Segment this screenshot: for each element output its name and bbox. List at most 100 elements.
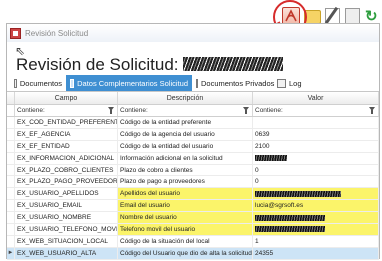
cell-descripcion[interactable]: Email del usuario <box>118 200 253 212</box>
tab-label: Documentos <box>19 78 62 88</box>
cell-descripcion[interactable]: Código del Usuario que dio de alta la so… <box>118 247 253 259</box>
cell-descripcion[interactable]: Código de la entidad del usuario <box>118 140 253 152</box>
private-documents-icon <box>196 78 198 88</box>
redacted-value <box>255 190 341 197</box>
filter-campo[interactable]: Contiene: <box>15 105 118 116</box>
table-row[interactable]: EX_EF_AGENCIA Código de la agencia del us… <box>7 128 379 141</box>
cell-campo[interactable]: EX_WEB_SITUACION_LOCAL <box>15 235 118 247</box>
cell-valor[interactable] <box>253 188 379 200</box>
filter-icon[interactable] <box>369 107 375 114</box>
cell-campo[interactable]: EX_USUARIO_EMAIL <box>15 200 118 212</box>
cell-valor[interactable] <box>253 224 379 235</box>
table-row[interactable]: EX_EF_ENTIDAD Código de la entidad del us… <box>7 140 379 153</box>
cell-descripcion[interactable]: Plazo de pago a proveedores <box>118 176 253 188</box>
row-indicator <box>7 164 15 176</box>
cell-valor[interactable] <box>253 152 379 164</box>
cell-valor[interactable]: 0 <box>253 176 379 188</box>
cell-descripcion[interactable]: Telefono movil del usuario <box>118 224 253 235</box>
header-campo[interactable]: Campo <box>15 92 118 104</box>
tab-datos-complementarios[interactable]: Datos Complementarios Solicitud <box>66 75 192 91</box>
cell-campo[interactable]: EX_INFORMACION_ADICIONAL <box>15 152 118 164</box>
cell-valor[interactable]: 24355 <box>253 247 379 259</box>
tab-log[interactable]: Log <box>273 75 307 91</box>
filter-label: Contiene: <box>17 107 45 114</box>
refresh-icon[interactable]: ↻ <box>365 9 380 24</box>
app-icon <box>10 27 21 39</box>
cell-descripcion[interactable]: Nombre del usuario <box>118 212 253 224</box>
cell-campo[interactable]: EX_USUARIO_APELLIDOS <box>15 188 118 200</box>
table-row[interactable]: ► EX_WEB_USUARIO_ALTA Código del Usuario q… <box>7 247 379 260</box>
table-row[interactable]: EX_PLAZO_COBRO_CLIENTES Plazo de cobro a … <box>7 164 379 177</box>
row-indicator <box>7 152 15 164</box>
redacted-value <box>255 155 287 162</box>
redacted-value <box>255 226 325 233</box>
filter-label: Contiene: <box>120 107 148 114</box>
documents-icon <box>14 78 17 88</box>
cell-value-text: 1 <box>255 237 259 245</box>
header-descripcion[interactable]: Descripción <box>118 92 253 104</box>
cell-descripcion[interactable]: Código de la entidad preferente <box>118 117 253 128</box>
table-row[interactable]: EX_USUARIO_APELLIDOS Apellidos del usuari… <box>7 188 379 201</box>
cell-campo[interactable]: EX_USUARIO_NOMBRE <box>15 212 118 224</box>
filter-row: Contiene: Contiene: Contiene: <box>7 105 379 117</box>
table-row[interactable]: EX_INFORMACION_ADICIONAL Información adic… <box>7 152 379 165</box>
table-row[interactable]: EX_WEB_SITUACION_LOCAL Código de la situa… <box>7 235 379 248</box>
table-row[interactable]: EX_USUARIO_TELEFONO_MOVIL Telefono movil … <box>7 224 379 236</box>
tab-bar: Documentos Datos Complementarios Solicit… <box>7 74 379 92</box>
cell-campo[interactable]: EX_EF_ENTIDAD <box>15 140 118 152</box>
tab-label: Datos Complementarios Solicitud <box>77 78 188 88</box>
table-row[interactable]: EX_USUARIO_NOMBRE Nombre del usuario <box>7 212 379 225</box>
cell-value-text: 0 <box>255 166 259 174</box>
cell-descripcion[interactable]: Información adicional en la solicitud <box>118 152 253 164</box>
cell-campo[interactable]: EX_COD_ENTIDAD_PREFERENTE <box>15 117 118 128</box>
filter-icon[interactable] <box>108 107 114 114</box>
cell-valor[interactable]: lucia@sgrsoft.es <box>253 200 379 212</box>
cell-campo[interactable]: EX_EF_AGENCIA <box>15 128 118 140</box>
filter-icon[interactable] <box>243 107 249 114</box>
cell-campo[interactable]: EX_PLAZO_PAGO_PROVEEDORES <box>15 176 118 188</box>
table-row[interactable]: EX_COD_ENTIDAD_PREFERENTE Código de la en… <box>7 117 379 129</box>
cell-descripcion[interactable]: Código de la agencia del usuario <box>118 128 253 140</box>
cell-descripcion[interactable]: Apellidos del usuario <box>118 188 253 200</box>
window-title: Revisión Solicitud <box>25 28 89 38</box>
row-indicator <box>7 200 15 212</box>
row-indicator <box>7 235 15 247</box>
data-grid: Campo Descripción Valor Contiene: Contie… <box>7 92 379 260</box>
grid-header: Campo Descripción Valor <box>7 92 379 105</box>
cell-descripcion[interactable]: Plazo de cobro a clientes <box>118 164 253 176</box>
cell-value-text: 2100 <box>255 142 270 150</box>
filter-valor[interactable]: Contiene: <box>253 105 379 116</box>
cell-valor[interactable] <box>253 212 379 224</box>
page-title-text: Revisión de Solicitud: <box>16 55 179 74</box>
cell-value-text: lucia@sgrsoft.es <box>255 202 304 210</box>
cell-campo[interactable]: EX_PLAZO_COBRO_CLIENTES <box>15 164 118 176</box>
cell-valor[interactable]: 1 <box>253 235 379 247</box>
cell-value-text: 0 <box>255 178 259 186</box>
window-titlebar: Revisión Solicitud <box>7 24 379 42</box>
header-valor[interactable]: Valor <box>253 92 379 104</box>
cell-value-text: 0639 <box>255 130 270 138</box>
tab-documentos-privados[interactable]: Documentos Privados <box>192 75 275 91</box>
tab-documentos[interactable]: Documentos <box>10 75 66 91</box>
row-indicator <box>7 212 15 224</box>
cell-campo[interactable]: EX_WEB_USUARIO_ALTA <box>15 247 118 259</box>
table-row[interactable]: EX_PLAZO_PAGO_PROVEEDORES Plazo de pago a… <box>7 176 379 189</box>
row-indicator <box>7 188 15 200</box>
review-window: Revisión Solicitud ⇖ Revisión de Solicit… <box>6 23 380 260</box>
redacted-request-id <box>182 57 283 71</box>
row-indicator <box>7 224 15 235</box>
page-title: Revisión de Solicitud: <box>16 55 283 75</box>
cell-campo[interactable]: EX_USUARIO_TELEFONO_MOVIL <box>15 224 118 235</box>
filter-descripcion[interactable]: Contiene: <box>118 105 253 116</box>
filter-indicator <box>7 105 15 116</box>
cell-valor[interactable] <box>253 117 379 128</box>
cell-valor[interactable]: 0 <box>253 164 379 176</box>
cell-valor[interactable]: 2100 <box>253 140 379 152</box>
cell-valor[interactable]: 0639 <box>253 128 379 140</box>
tab-label: Documentos Privados <box>201 78 275 88</box>
table-row[interactable]: EX_USUARIO_EMAIL Email del usuario lucia@s… <box>7 200 379 213</box>
cell-value-text: 24355 <box>255 249 274 257</box>
row-indicator <box>7 140 15 152</box>
grid-icon <box>70 78 75 88</box>
cell-descripcion[interactable]: Código de la situación del local <box>118 235 253 247</box>
